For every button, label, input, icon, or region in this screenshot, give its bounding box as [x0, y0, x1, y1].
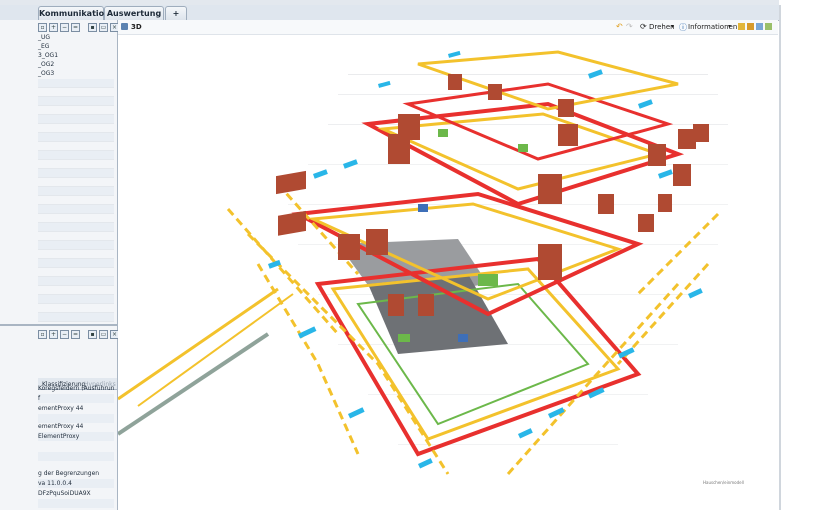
empty-row	[38, 79, 114, 88]
redo-icon[interactable]: ↷	[626, 22, 633, 31]
box-view-icon[interactable]	[738, 23, 745, 30]
empty-row	[38, 277, 114, 286]
empty-row	[38, 223, 114, 232]
property-row	[38, 452, 114, 461]
empty-row	[38, 187, 114, 196]
panel-splitter[interactable]	[0, 324, 117, 326]
collapse-icon[interactable]: =	[71, 23, 80, 32]
add-tab-button[interactable]: +	[165, 6, 187, 20]
tree-toolbar: ▫ + − = ▪ ▭ ×	[38, 23, 119, 32]
empty-row	[38, 106, 114, 115]
chevron-down-icon[interactable]: ▾	[671, 23, 674, 30]
empty-row	[38, 169, 114, 178]
property-row: ementProxy 44	[38, 423, 84, 430]
tab-bar: Kommunikation Auswertung +	[0, 5, 820, 21]
property-row	[38, 442, 114, 451]
empty-row	[38, 241, 114, 250]
empty-row	[38, 142, 114, 151]
filter-icon[interactable]	[765, 23, 772, 30]
rotate-icon[interactable]: ⟳	[640, 22, 647, 31]
minus-icon[interactable]: −	[60, 330, 69, 339]
right-margin	[779, 0, 820, 510]
empty-row	[38, 268, 114, 277]
duct-yellow	[137, 293, 294, 407]
save-icon[interactable]: ▪	[88, 330, 97, 339]
layer-icon[interactable]	[756, 23, 763, 30]
tree-item-eg[interactable]: _EG	[38, 43, 114, 51]
view-cube-icon	[121, 23, 128, 30]
3d-viewport[interactable]: 3D ↶ ↷ ⟳ Drehen ▾ ⓘ Informationen ▾ Haus…	[118, 20, 778, 510]
undo-icon[interactable]: ↶	[616, 22, 623, 31]
tree-item-og1[interactable]: 3_OG1	[38, 52, 114, 60]
property-row: ementProxy 44	[38, 405, 84, 412]
empty-row	[38, 133, 114, 142]
tree-item-og2[interactable]: _OG2	[38, 61, 114, 69]
tree-item-og3[interactable]: _OG3	[38, 70, 114, 78]
viewport-toolbar: 3D ↶ ↷ ⟳ Drehen ▾ ⓘ Informationen ▾	[118, 20, 778, 35]
empty-row	[38, 88, 114, 97]
bim-model-view[interactable]: Hauschen/einmodell	[118, 34, 778, 510]
section-icon[interactable]	[747, 23, 754, 30]
window-icon[interactable]: ▭	[99, 23, 108, 32]
empty-row	[38, 304, 114, 313]
empty-row	[38, 214, 114, 223]
property-row: va 11.0.0.4	[38, 479, 114, 488]
tree-item-ug[interactable]: _UG	[38, 34, 114, 42]
property-row: DFzPquSoiDUA9X	[38, 490, 91, 497]
empty-row	[38, 124, 114, 133]
minus-icon[interactable]: −	[60, 23, 69, 32]
empty-row	[38, 97, 114, 106]
viewport-label: 3D	[131, 23, 142, 31]
add-icon[interactable]: +	[49, 330, 58, 339]
collapse-icon[interactable]: =	[71, 330, 80, 339]
properties-toolbar: ▫ + − = ▪ ▭ ×	[38, 330, 119, 339]
info-icon[interactable]: ⓘ	[679, 22, 687, 33]
empty-row	[38, 151, 114, 160]
empty-row	[38, 178, 114, 187]
empty-row	[38, 295, 114, 304]
empty-row	[38, 205, 114, 214]
property-row: g der Begrenzungen	[38, 470, 100, 477]
window-border	[779, 5, 781, 510]
empty-row	[38, 313, 114, 322]
chevron-down-icon[interactable]: ▾	[728, 23, 731, 30]
property-row: ElementProxy	[38, 432, 114, 441]
tab-kommunikation[interactable]: Kommunikation	[38, 6, 110, 20]
property-row: Koregsfeldern (Ausführung...	[38, 385, 114, 392]
empty-row	[38, 115, 114, 124]
empty-row	[38, 196, 114, 205]
left-panel: ▫ + − = ▪ ▭ × _UG _EG 3_OG1 _OG2 _OG3 ▫ …	[0, 20, 119, 510]
empty-row	[38, 259, 114, 268]
restore-icon[interactable]: ▫	[38, 330, 47, 339]
empty-row	[38, 232, 114, 241]
add-icon[interactable]: +	[49, 23, 58, 32]
pipe-loop-red	[402, 82, 674, 161]
save-icon[interactable]: ▪	[88, 23, 97, 32]
restore-icon[interactable]: ▫	[38, 23, 47, 32]
empty-row	[38, 286, 114, 295]
property-row	[38, 499, 114, 508]
tab-auswertung[interactable]: Auswertung	[104, 6, 164, 20]
viewport-watermark: Hauschen/einmodell	[703, 480, 744, 485]
empty-row	[38, 160, 114, 169]
window-icon[interactable]: ▭	[99, 330, 108, 339]
empty-row	[38, 250, 114, 259]
property-row: f	[38, 394, 114, 403]
